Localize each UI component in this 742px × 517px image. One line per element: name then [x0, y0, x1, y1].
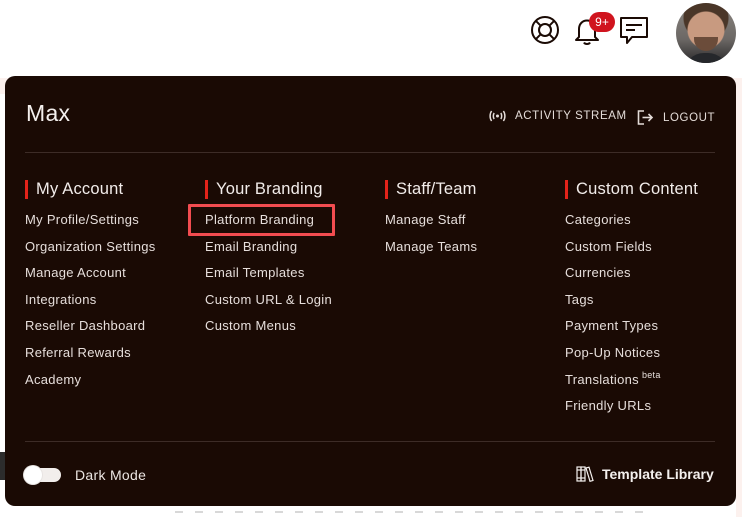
header-divider — [25, 152, 715, 153]
template-library-link[interactable]: Template Library — [576, 466, 714, 482]
menu-item-custom-url-login[interactable]: Custom URL & Login — [205, 290, 332, 317]
menu-item-academy[interactable]: Academy — [25, 370, 156, 397]
broadcast-icon — [489, 110, 506, 122]
column-title: My Account — [36, 179, 124, 198]
column-title: Your Branding — [216, 179, 323, 198]
logout-icon — [637, 110, 654, 125]
heading-accent-bar — [25, 179, 28, 199]
user-name: Max — [26, 100, 71, 126]
menu-column-your-branding: Your Branding Platform Branding Email Br… — [205, 179, 332, 343]
menu-item-reseller-dashboard[interactable]: Reseller Dashboard — [25, 316, 156, 343]
menu-item-custom-menus[interactable]: Custom Menus — [205, 316, 332, 343]
logout-label: LOGOUT — [663, 111, 716, 124]
dark-mode-label: Dark Mode — [75, 467, 147, 483]
menu-column-my-account: My Account My Profile/Settings Organizat… — [25, 179, 156, 396]
menu-item-email-branding[interactable]: Email Branding — [205, 237, 332, 264]
menu-item-translations[interactable]: Translations beta — [565, 370, 698, 397]
menu-item-tags[interactable]: Tags — [565, 290, 698, 317]
menu-item-pop-up-notices[interactable]: Pop-Up Notices — [565, 343, 698, 370]
toggle-knob — [24, 466, 42, 484]
column-heading: Your Branding — [205, 179, 332, 199]
dark-mode-toggle[interactable] — [24, 466, 61, 484]
heading-accent-bar — [565, 179, 568, 199]
logout-link[interactable]: LOGOUT — [637, 110, 715, 125]
column-heading: Custom Content — [565, 179, 698, 199]
library-books-icon — [576, 466, 594, 482]
avatar-beard — [694, 37, 718, 51]
menu-item-organization-settings[interactable]: Organization Settings — [25, 237, 156, 264]
menu-column-staff-team: Staff/Team Manage Staff Manage Teams — [385, 179, 477, 263]
menu-item-custom-fields[interactable]: Custom Fields — [565, 237, 698, 264]
menu-item-currencies[interactable]: Currencies — [565, 263, 698, 290]
column-heading: Staff/Team — [385, 179, 477, 199]
notification-count-badge: 9+ — [589, 12, 615, 32]
menu-item-manage-staff[interactable]: Manage Staff — [385, 210, 477, 237]
menu-item-friendly-urls[interactable]: Friendly URLs — [565, 396, 698, 423]
background-page-edge — [736, 78, 742, 517]
translations-label: Translations — [565, 371, 639, 387]
menu-item-email-templates[interactable]: Email Templates — [205, 263, 332, 290]
footer-divider — [25, 441, 715, 442]
account-menu-panel: Max ACTIVITY STREAM LOGOUT My Account My… — [5, 76, 736, 506]
menu-item-referral-rewards[interactable]: Referral Rewards — [25, 343, 156, 370]
menu-item-manage-teams[interactable]: Manage Teams — [385, 237, 477, 264]
menu-item-categories[interactable]: Categories — [565, 210, 698, 237]
column-title: Staff/Team — [396, 179, 477, 198]
menu-item-platform-branding[interactable]: Platform Branding — [205, 210, 332, 237]
top-bar: 9+ — [0, 0, 742, 70]
menu-item-manage-account[interactable]: Manage Account — [25, 263, 156, 290]
column-title: Custom Content — [576, 179, 699, 198]
heading-accent-bar — [385, 179, 388, 199]
beta-badge: beta — [641, 369, 661, 380]
heading-accent-bar — [205, 179, 208, 199]
template-library-label: Template Library — [602, 466, 714, 482]
chat-icon[interactable] — [618, 14, 650, 46]
lifebuoy-icon[interactable] — [529, 14, 561, 46]
menu-item-my-profile-settings[interactable]: My Profile/Settings — [25, 210, 156, 237]
activity-stream-link[interactable]: ACTIVITY STREAM — [489, 110, 627, 122]
menu-column-custom-content: Custom Content Categories Custom Fields … — [565, 179, 698, 423]
avatar-shirt — [684, 53, 728, 63]
background-faint-text — [175, 511, 645, 513]
column-heading: My Account — [25, 179, 156, 199]
user-avatar[interactable] — [676, 3, 736, 63]
activity-stream-label: ACTIVITY STREAM — [515, 110, 627, 122]
menu-item-payment-types[interactable]: Payment Types — [565, 316, 698, 343]
menu-item-integrations[interactable]: Integrations — [25, 290, 156, 317]
